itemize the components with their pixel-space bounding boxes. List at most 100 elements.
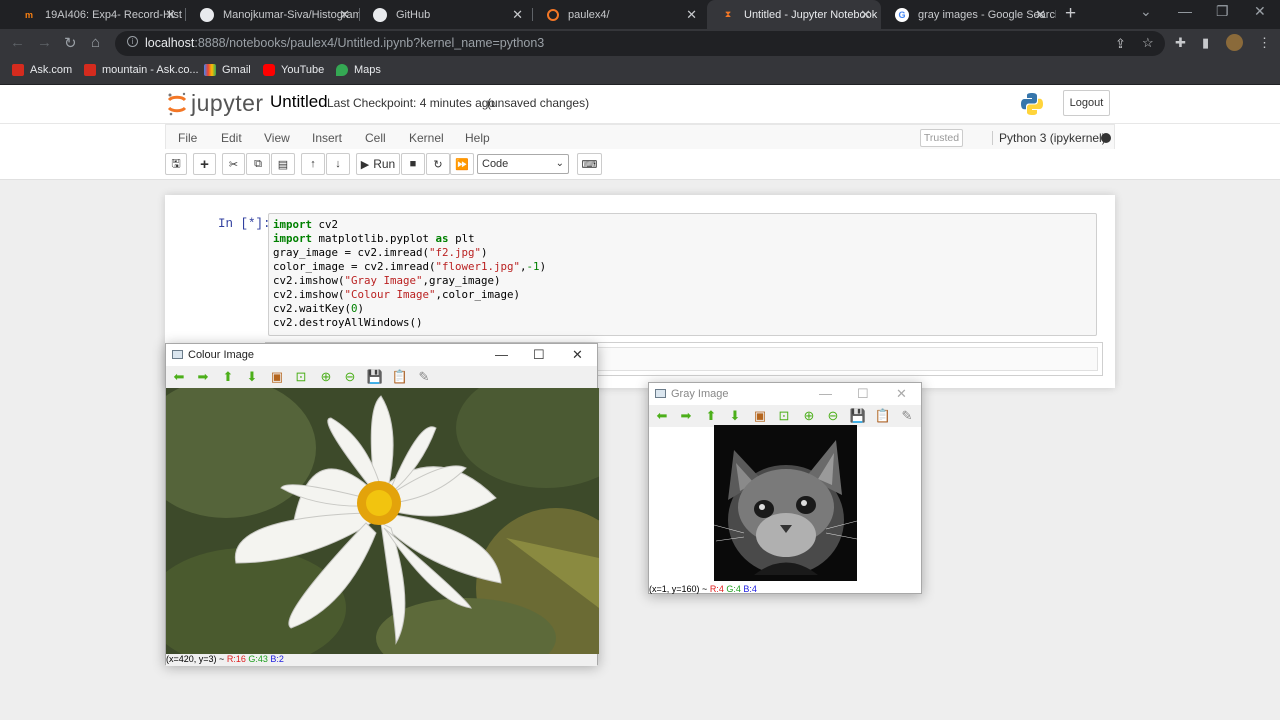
browser-tab[interactable]: Manojkumar-Siva/Histogram ✕ [186,0,360,29]
pan-down-icon[interactable]: ⬇ [244,369,260,385]
menu-view[interactable]: View [264,131,290,145]
back-icon[interactable]: ← [10,34,25,51]
pan-left-icon[interactable]: ⬅ [654,408,670,424]
save-image-icon[interactable]: 💾 [367,369,383,385]
close-window-icon[interactable]: ✕ [1254,3,1266,20]
move-down-button[interactable]: ↓ [326,153,350,175]
code-line: gray_image = cv2.imread("f2.jpg") [273,246,488,259]
zoom-out-icon[interactable]: ⊖ [825,408,841,424]
minimize-window-icon[interactable]: — [1178,3,1192,19]
move-up-button[interactable]: ↑ [301,153,325,175]
restart-run-all-button[interactable]: ⏩ [450,153,474,175]
side-panel-icon[interactable]: ▮ [1202,35,1209,51]
bookmark-item[interactable]: Gmail [204,64,251,76]
bookmark-item[interactable]: mountain - Ask.co... [84,64,199,76]
pan-left-icon[interactable]: ⬅ [171,369,187,385]
menu-file[interactable]: File [178,131,197,145]
forward-icon[interactable]: → [37,34,52,51]
pan-right-icon[interactable]: ➡ [195,369,211,385]
window-titlebar[interactable]: Gray Image — ☐ ✕ [649,383,921,405]
bookmark-item[interactable]: Maps [336,64,381,76]
properties-icon[interactable]: ✎ [416,369,432,385]
menu-cell[interactable]: Cell [365,131,386,145]
tab-search-icon[interactable]: ⌄ [1140,3,1152,20]
code-cell-editor[interactable]: import cv2 import matplotlib.pyplot as p… [268,213,1097,336]
browser-tab[interactable]: m 19AI406: Exp4- Record-Hist ✕ [8,0,186,29]
properties-icon[interactable]: ✎ [899,408,915,424]
home-icon[interactable]: ⌂ [91,34,100,51]
zoom-fit-icon[interactable]: ⊡ [293,369,309,385]
close-tab-icon[interactable]: ✕ [339,7,350,23]
close-icon[interactable]: ✕ [572,347,583,363]
command-palette-button[interactable]: ⌨ [577,153,602,175]
browser-tab-active[interactable]: ⧗ Untitled - Jupyter Notebook ✕ [707,0,881,29]
zoom-out-icon[interactable]: ⊖ [342,369,358,385]
insert-cell-button[interactable]: + [193,153,216,175]
run-label: Run [373,157,396,171]
profile-avatar[interactable] [1226,34,1243,51]
kernel-name[interactable]: Python 3 (ipykernel) [992,131,1106,145]
close-tab-icon[interactable]: ✕ [1035,7,1046,23]
share-icon[interactable]: ⇪ [1115,36,1126,52]
copy-image-icon[interactable]: 📋 [875,408,891,424]
colour-image-window[interactable]: Colour Image — ☐ ✕ ⬅ ➡ ⬆ ⬇ ▣ ⊡ ⊕ ⊖ 💾 📋 ✎ [165,343,599,666]
copy-icon: ⧉ [254,157,262,170]
pan-up-icon[interactable]: ⬆ [703,408,719,424]
logout-button[interactable]: Logout [1063,90,1110,116]
reload-icon[interactable]: ↻ [64,34,77,52]
close-tab-icon[interactable]: ✕ [165,7,176,23]
bookmark-item[interactable]: YouTube [263,64,324,76]
maximize-icon[interactable]: ☐ [857,386,869,402]
save-image-icon[interactable]: 💾 [850,408,866,424]
menu-help[interactable]: Help [465,131,490,145]
address-bar[interactable]: i localhost:8888/notebooks/paulex4/Untit… [115,31,1165,56]
bookmark-star-icon[interactable]: ☆ [1142,35,1154,51]
window-titlebar[interactable]: Colour Image — ☐ ✕ [166,344,597,366]
close-tab-icon[interactable]: ✕ [686,7,697,23]
interrupt-button[interactable]: ■ [401,153,425,175]
gray-image-window[interactable]: Gray Image — ☐ ✕ ⬅ ➡ ⬆ ⬇ ▣ ⊡ ⊕ ⊖ 💾 📋 ✎ (… [648,382,922,594]
cut-button[interactable]: ✂ [222,153,245,175]
pan-down-icon[interactable]: ⬇ [727,408,743,424]
copy-button[interactable]: ⧉ [246,153,270,175]
browser-tab[interactable]: GitHub ✕ [359,0,533,29]
menu-insert[interactable]: Insert [312,131,342,145]
zoom-original-icon[interactable]: ▣ [752,408,768,424]
browser-tab[interactable]: paulex4/ ✕ [533,0,707,29]
bookmark-item[interactable]: Ask.com [12,64,72,76]
browser-tab[interactable]: G gray images - Google Search ✕ [881,0,1056,29]
zoom-original-icon[interactable]: ▣ [269,369,285,385]
close-tab-icon[interactable]: ✕ [512,7,523,23]
extensions-icon[interactable]: ✚ [1175,35,1186,51]
pixel-status-bar: (x=1, y=160) ~ R:4 G:4 B:4 [649,584,921,596]
save-button[interactable]: 🖫 [165,153,187,175]
menu-kebab-icon[interactable]: ⋮ [1258,35,1271,51]
minimize-icon[interactable]: — [495,347,508,362]
close-icon[interactable]: ✕ [896,386,907,402]
restore-window-icon[interactable]: ❐ [1216,3,1229,20]
cell-type-select[interactable]: Code ⌄ [477,154,569,174]
zoom-fit-icon[interactable]: ⊡ [776,408,792,424]
pan-up-icon[interactable]: ⬆ [220,369,236,385]
kitten-image[interactable] [714,425,857,581]
menu-kernel[interactable]: Kernel [409,131,444,145]
bookmark-label: YouTube [281,64,325,76]
zoom-in-icon[interactable]: ⊕ [318,369,334,385]
pan-right-icon[interactable]: ➡ [678,408,694,424]
zoom-in-icon[interactable]: ⊕ [801,408,817,424]
close-tab-icon[interactable]: ✕ [860,7,871,23]
restart-button[interactable]: ↻ [426,153,450,175]
trusted-indicator[interactable]: Trusted [920,129,963,147]
new-tab-button[interactable]: + [1065,3,1076,25]
paste-button[interactable]: ▤ [271,153,295,175]
site-info-icon[interactable]: i [127,36,138,47]
copy-image-icon[interactable]: 📋 [392,369,408,385]
minimize-icon[interactable]: — [819,386,832,401]
jupyter-logo[interactable]: jupyter [167,90,264,117]
notebook-name[interactable]: Untitled [270,92,328,112]
menu-edit[interactable]: Edit [221,131,242,145]
run-button[interactable]: ▶ Run [356,153,400,175]
maximize-icon[interactable]: ☐ [533,347,545,363]
keyboard-icon: ⌨ [581,158,598,171]
water-lily-image[interactable] [166,388,599,654]
